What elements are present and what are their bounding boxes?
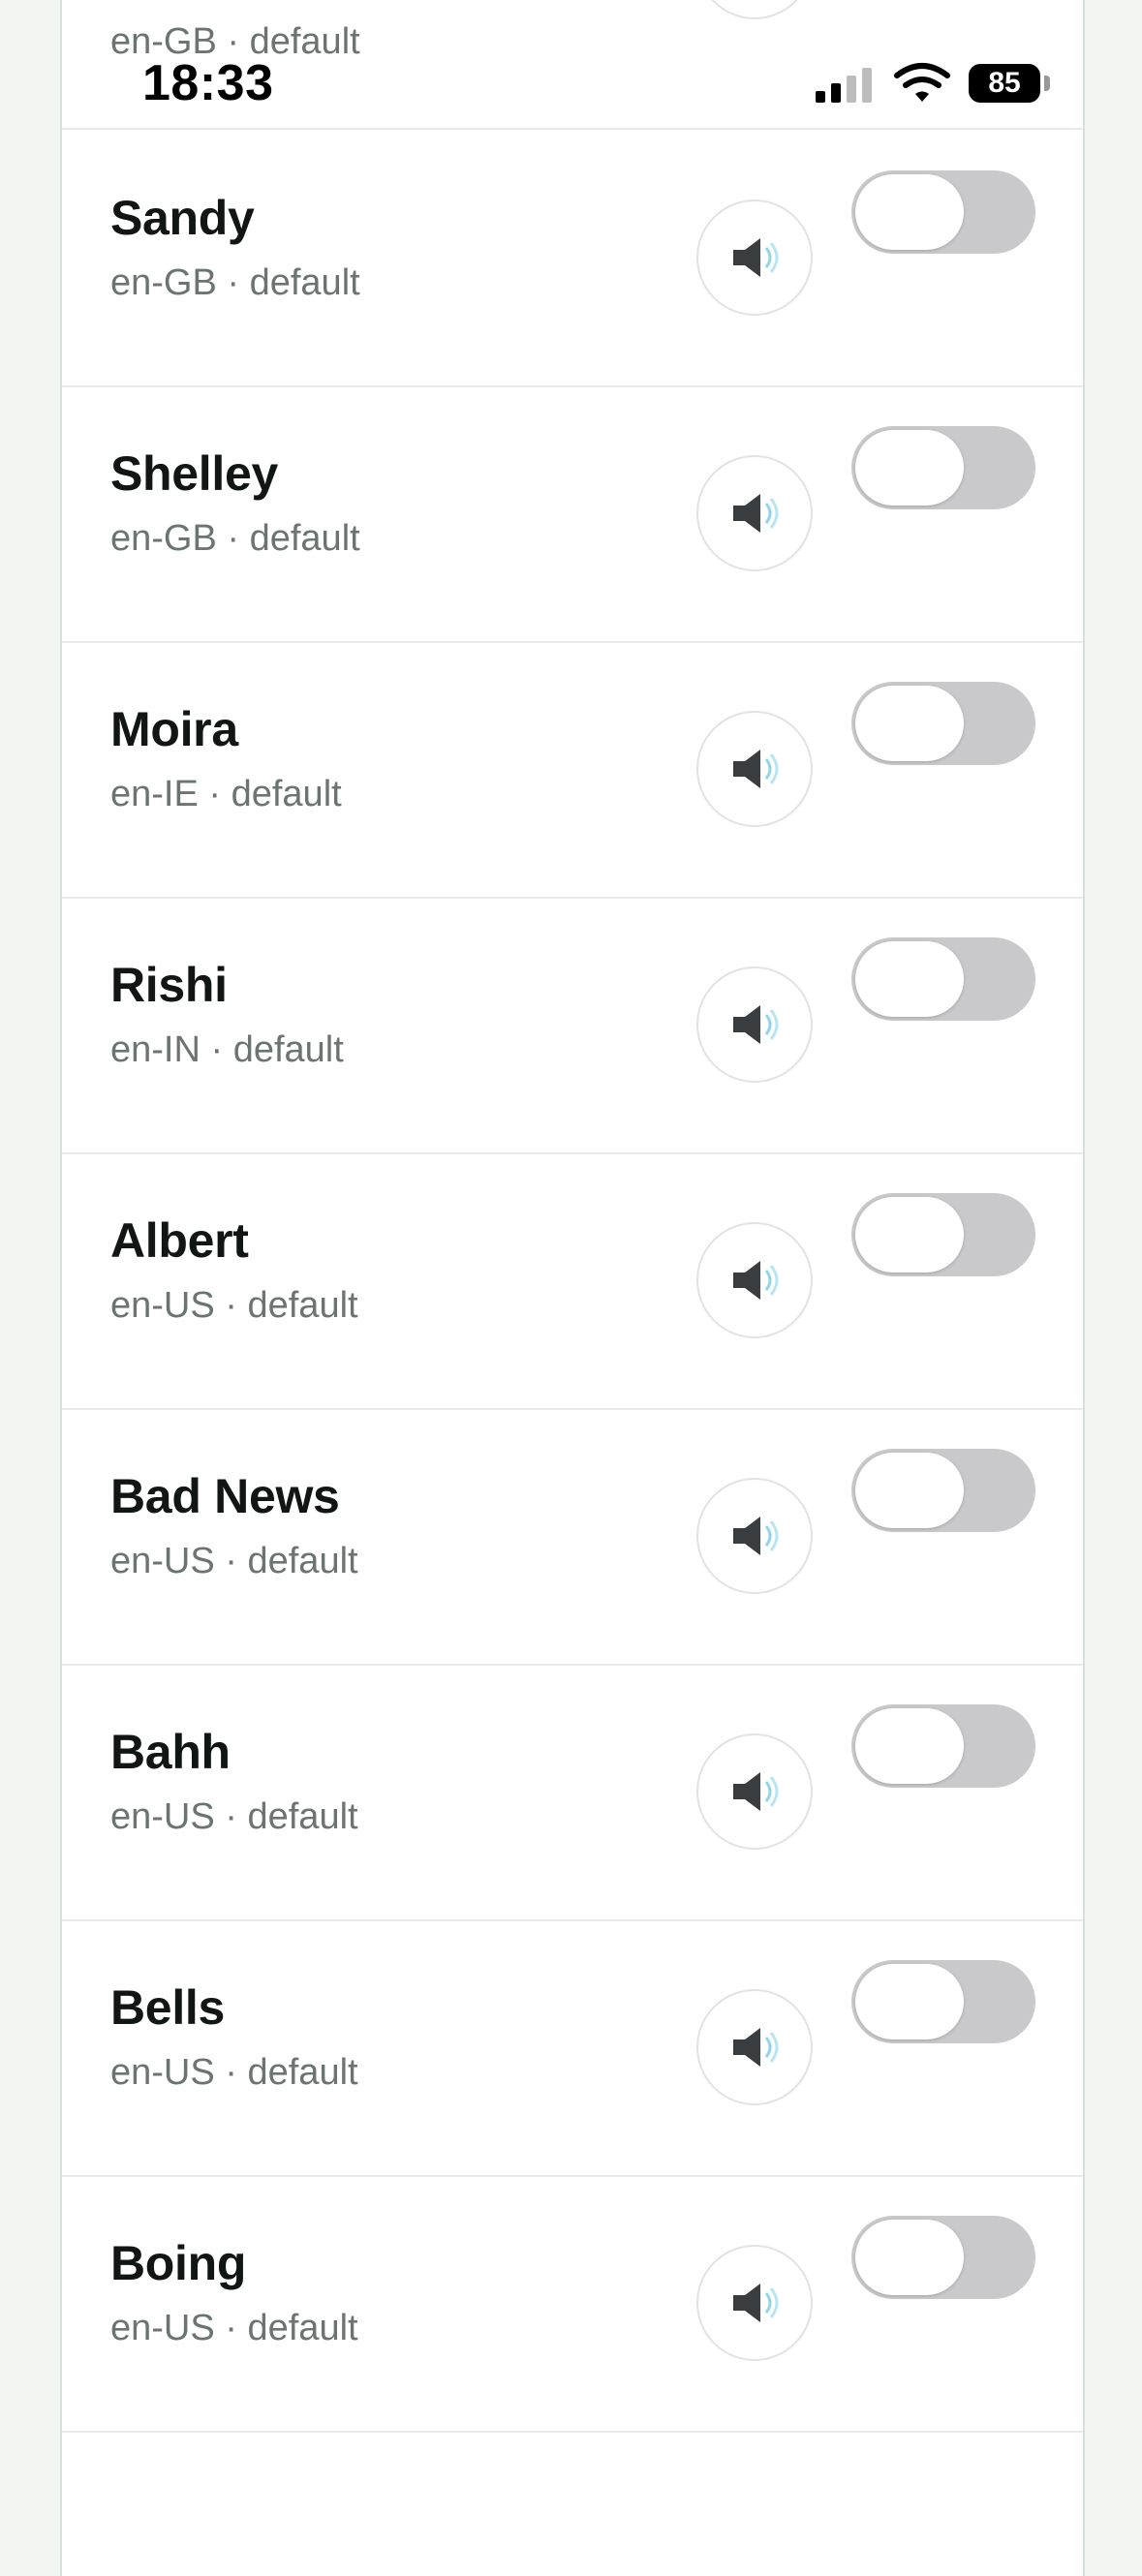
play-voice-button[interactable] — [696, 199, 813, 316]
voice-meta: en-US · default — [110, 1541, 358, 1581]
play-voice-button[interactable] — [696, 0, 813, 19]
voice-row: Moira en-IE · default — [62, 643, 1083, 899]
status-icons: 85 — [814, 60, 1056, 108]
voice-meta: en-US · default — [110, 2308, 358, 2348]
toggle-knob — [855, 941, 964, 1017]
voice-toggle[interactable] — [851, 937, 1035, 1021]
toggle-knob — [855, 430, 964, 506]
speaker-icon — [733, 1517, 779, 1555]
voice-toggle[interactable] — [851, 1704, 1035, 1788]
voice-list: en-GB · default Sandy en-GB · default Sh… — [60, 0, 1085, 2576]
play-voice-button[interactable] — [696, 1478, 813, 1594]
voice-meta: en-US · default — [110, 2052, 358, 2093]
voice-meta: en-IN · default — [110, 1029, 344, 1070]
speaker-icon — [733, 238, 779, 277]
voice-meta: en-GB · default — [110, 262, 360, 303]
speaker-icon — [733, 1261, 779, 1300]
wifi-icon — [894, 63, 950, 102]
voice-name: Sandy — [110, 191, 255, 245]
voice-name: Bells — [110, 1980, 226, 2035]
voice-row: Bad News en-US · default — [62, 1410, 1083, 1666]
toggle-knob — [855, 1964, 964, 2039]
speaker-icon — [733, 750, 779, 788]
voice-name: Bad News — [110, 1469, 340, 1523]
voice-name: Moira — [110, 702, 238, 756]
status-time: 18:33 — [142, 55, 274, 111]
voice-meta: en-IE · default — [110, 774, 342, 814]
battery-indicator: 85 — [969, 64, 1040, 103]
voice-row: Boing en-US · default — [62, 2177, 1083, 2433]
play-voice-button[interactable] — [696, 1222, 813, 1338]
voice-name: Rishi — [110, 958, 228, 1012]
voice-toggle[interactable] — [851, 170, 1035, 254]
speaker-icon — [733, 494, 779, 533]
voice-row: Rishi en-IN · default — [62, 899, 1083, 1154]
toggle-knob — [855, 174, 964, 250]
voice-toggle[interactable] — [851, 682, 1035, 765]
voice-meta: en-US · default — [110, 1285, 358, 1326]
speaker-icon — [733, 1772, 779, 1811]
voice-name: Shelley — [110, 446, 278, 501]
speaker-icon — [733, 2028, 779, 2067]
speaker-icon — [733, 2284, 779, 2322]
voice-row: Bells en-US · default — [62, 1921, 1083, 2177]
play-voice-button[interactable] — [696, 711, 813, 827]
voice-meta: en-US · default — [110, 1796, 358, 1837]
voice-toggle[interactable] — [851, 426, 1035, 509]
signal-icon — [816, 68, 872, 103]
toggle-knob — [855, 2220, 964, 2295]
voice-row: Shelley en-GB · default — [62, 387, 1083, 643]
voice-toggle[interactable] — [851, 1193, 1035, 1276]
speaker-icon — [733, 1005, 779, 1044]
battery-tip — [1044, 76, 1050, 91]
voice-toggle[interactable] — [851, 2216, 1035, 2299]
play-voice-button[interactable] — [696, 455, 813, 571]
toggle-knob — [855, 1708, 964, 1784]
voice-toggle[interactable] — [851, 1960, 1035, 2043]
play-voice-button[interactable] — [696, 1989, 813, 2105]
toggle-knob — [855, 1197, 964, 1273]
voice-toggle[interactable] — [851, 1449, 1035, 1532]
play-voice-button[interactable] — [696, 2245, 813, 2361]
voice-meta: en-GB · default — [110, 518, 360, 559]
voice-row: Albert en-US · default — [62, 1154, 1083, 1410]
voice-name: Bahh — [110, 1725, 231, 1779]
voice-name: Albert — [110, 1213, 249, 1268]
toggle-knob — [855, 1453, 964, 1528]
voice-row: Sandy en-GB · default — [62, 132, 1083, 387]
voice-name: Boing — [110, 2236, 247, 2290]
toggle-knob — [855, 686, 964, 761]
play-voice-button[interactable] — [696, 966, 813, 1083]
voice-row: Bahh en-US · default — [62, 1666, 1083, 1921]
play-voice-button[interactable] — [696, 1733, 813, 1850]
